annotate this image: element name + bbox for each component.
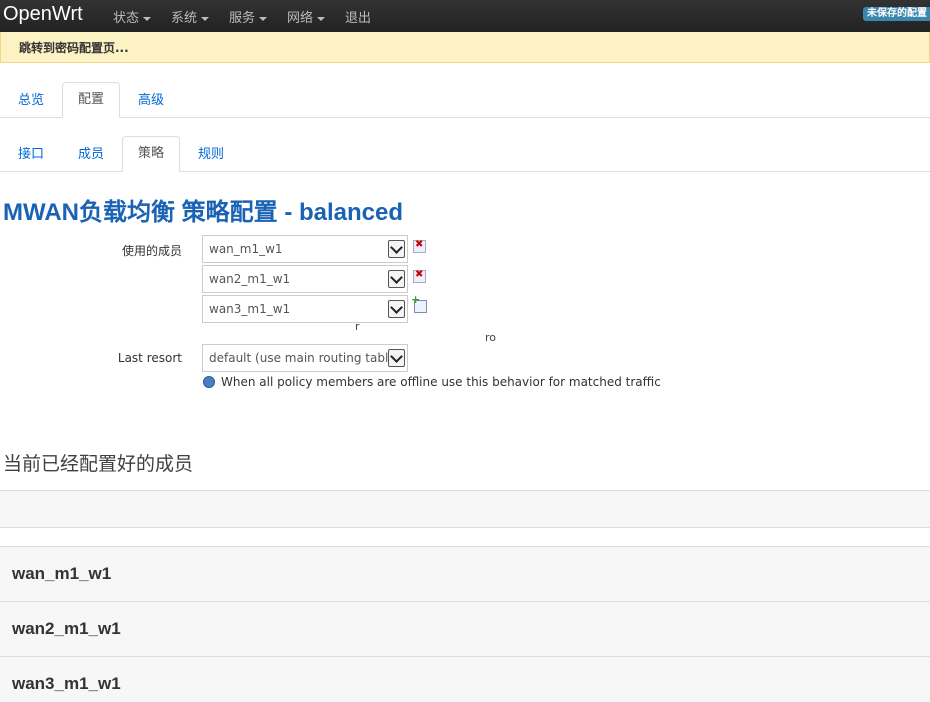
- brand-logo[interactable]: OpenWrt: [3, 3, 83, 26]
- member-name: wan_m1_w1: [12, 564, 112, 583]
- tab-members[interactable]: 成员: [78, 138, 104, 172]
- menu-logout[interactable]: 退出: [345, 7, 371, 26]
- dropdown-arrow-icon[interactable]: [388, 300, 405, 318]
- dropdown-arrow-icon[interactable]: [388, 349, 405, 367]
- page-title: MWAN负载均衡 策略配置 - balanced: [3, 199, 404, 226]
- member-select-2[interactable]: wan2_m1_w1: [202, 265, 408, 293]
- member-row: wan3_m1_w1: [0, 656, 930, 702]
- member-row: wan_m1_w1: [0, 546, 930, 602]
- add-member-icon[interactable]: [411, 293, 427, 313]
- top-navbar: OpenWrt 状态 系统 服务 网络 退出 未保存的配置: [0, 0, 930, 33]
- main-tabs: 总览 配置 高级: [0, 82, 930, 118]
- menu-services[interactable]: 服务: [229, 7, 268, 26]
- menu-network[interactable]: 网络: [287, 7, 326, 26]
- members-table-header: [0, 490, 930, 528]
- last-resort-help: When all policy members are offline use …: [203, 375, 661, 389]
- member-name: wan3_m1_w1: [12, 674, 121, 693]
- tab-rules[interactable]: 规则: [198, 138, 224, 172]
- dropdown-arrow-icon[interactable]: [388, 270, 405, 288]
- member-select-1[interactable]: wan_m1_w1: [202, 235, 408, 263]
- sub-tabs: 接口 成员 策略 规则: [0, 136, 930, 172]
- caret-down-icon: [259, 16, 268, 21]
- member-select-3[interactable]: wan3_m1_w1: [202, 295, 408, 323]
- overlay-fragment: ro: [485, 331, 497, 344]
- overlay-fragment: r: [355, 320, 360, 333]
- last-resort-label: Last resort: [117, 351, 182, 365]
- tab-overview[interactable]: 总览: [18, 84, 44, 118]
- dropdown-arrow-icon[interactable]: [388, 240, 405, 258]
- tab-advanced[interactable]: 高级: [138, 84, 164, 118]
- tab-policies[interactable]: 策略: [122, 136, 180, 172]
- alert-text[interactable]: 跳转到密码配置页...: [19, 39, 129, 56]
- caret-down-icon: [201, 16, 210, 21]
- member-row: wan2_m1_w1: [0, 601, 930, 657]
- remove-member-1-icon[interactable]: [413, 239, 426, 253]
- password-alert[interactable]: 跳转到密码配置页...: [0, 32, 930, 63]
- caret-down-icon: [143, 16, 152, 21]
- menu-status[interactable]: 状态: [113, 7, 152, 26]
- info-icon: [203, 375, 215, 388]
- caret-down-icon: [317, 16, 326, 21]
- menu-system[interactable]: 系统: [171, 7, 210, 26]
- remove-member-2-icon[interactable]: [413, 269, 426, 283]
- member-name: wan2_m1_w1: [12, 619, 121, 638]
- tab-config[interactable]: 配置: [62, 82, 120, 118]
- unsaved-changes-badge[interactable]: 未保存的配置: [863, 7, 930, 21]
- tab-interfaces[interactable]: 接口: [18, 138, 44, 172]
- members-label: 使用的成员: [121, 244, 182, 258]
- configured-members-title: 当前已经配置好的成员: [3, 453, 194, 475]
- last-resort-select[interactable]: default (use main routing table): [202, 344, 408, 372]
